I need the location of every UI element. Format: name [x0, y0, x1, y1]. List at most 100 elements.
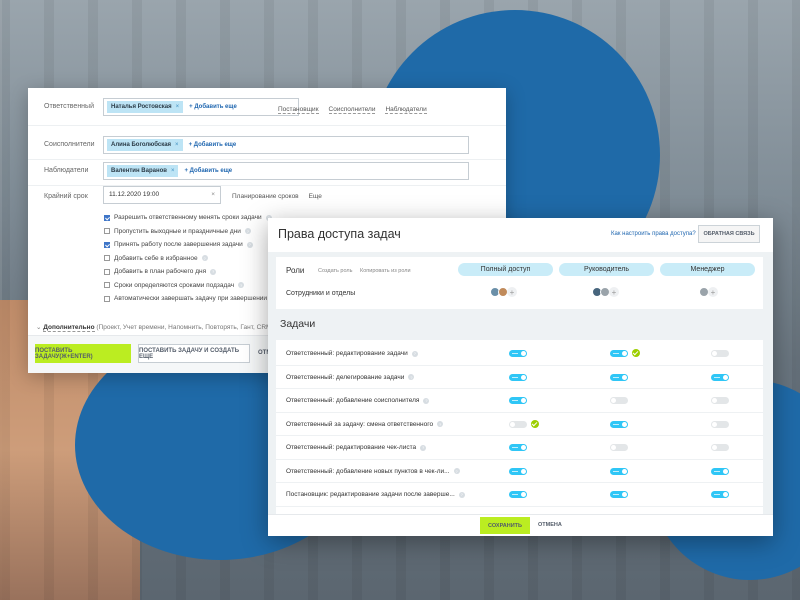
create-task-button[interactable]: ПОСТАВИТЬ ЗАДАЧУ(Ж+ENTER)	[35, 344, 131, 363]
permission-row: Постановщик: редактирование задачи после…	[276, 483, 763, 507]
permission-toggle[interactable]	[711, 397, 729, 404]
add-member-icon[interactable]: +	[708, 287, 718, 297]
help-icon[interactable]: ?	[453, 468, 460, 474]
permission-row: Ответственный: редактирование чек-листа?	[276, 436, 763, 460]
roles-card: Роли Создать роль Копировать из роли Пол…	[276, 257, 763, 309]
role-column-head[interactable]: Руководитель	[559, 263, 654, 276]
link-more[interactable]: Еще	[309, 193, 322, 200]
checkbox-icon[interactable]	[104, 228, 110, 235]
chip-label: Валентин Варанов	[111, 168, 167, 174]
permission-toggle[interactable]	[509, 420, 527, 428]
link-creator[interactable]: Постановщик	[278, 106, 319, 114]
chip-remove-icon[interactable]: ×	[176, 104, 180, 110]
page-title: Права доступа задач	[278, 227, 401, 241]
additional-items: (Проект, Учет времени, Напомнить, Повтор…	[96, 324, 272, 331]
observers-label: Наблюдатели	[44, 167, 89, 174]
help-icon[interactable]: ?	[408, 374, 415, 380]
help-icon[interactable]: ?	[458, 491, 465, 498]
help-icon[interactable]: ?	[411, 350, 418, 357]
option-checkbox[interactable]: Добавить в план рабочего дня?	[104, 265, 280, 279]
help-icon[interactable]: ?	[210, 268, 217, 275]
save-button[interactable]: СОХРАНИТЬ	[480, 517, 530, 534]
permission-toggle[interactable]	[610, 397, 628, 404]
chip-remove-icon[interactable]: ×	[175, 142, 179, 148]
permission-toggle[interactable]	[711, 373, 729, 381]
help-icon[interactable]: ?	[437, 421, 444, 427]
option-label: Добавить себе в избранное	[114, 254, 198, 262]
add-more-link[interactable]: + Добавить еще	[189, 142, 237, 148]
additional-title: Дополнительно	[43, 324, 95, 332]
permission-label-text: Ответственный: редактирование задачи	[286, 350, 408, 357]
cancel-button[interactable]: ОТМЕНА	[538, 522, 562, 528]
permission-toggle[interactable]	[509, 397, 527, 404]
role-column-full-access[interactable]: Полный доступ	[458, 263, 553, 276]
checkbox-icon[interactable]	[104, 255, 110, 262]
help-icon[interactable]: ?	[420, 444, 427, 451]
add-member-icon[interactable]: +	[609, 287, 619, 297]
checkbox-icon[interactable]	[104, 295, 110, 302]
permission-toggle[interactable]	[509, 373, 527, 381]
permission-toggle[interactable]	[610, 373, 628, 381]
add-member-icon[interactable]: +	[507, 287, 517, 297]
option-checkbox[interactable]: Разрешить ответственному менять сроки за…	[104, 211, 280, 225]
permission-toggle[interactable]	[610, 420, 628, 428]
permission-toggle[interactable]	[610, 467, 628, 475]
help-icon[interactable]: ?	[246, 241, 253, 248]
checkbox-icon[interactable]	[104, 282, 110, 289]
permission-label-text: Ответственный за задачу: смена ответстве…	[286, 420, 434, 428]
permission-toggle[interactable]	[711, 350, 729, 357]
option-label: Принять работу после завершения задачи	[114, 241, 243, 249]
link-co-executors[interactable]: Соисполнители	[328, 106, 376, 114]
checkbox-checked-icon[interactable]	[104, 214, 110, 221]
option-checkbox[interactable]: Автоматически завершать задачу при завер…	[104, 292, 280, 306]
link-observers[interactable]: Наблюдатели	[385, 106, 427, 114]
option-checkbox[interactable]: Принять работу после завершения задачи?	[104, 238, 280, 252]
permission-label: Ответственный: делегирование задачи?	[286, 374, 415, 381]
permission-toggle[interactable]	[711, 444, 729, 451]
permission-toggle[interactable]	[711, 420, 729, 428]
option-checkbox[interactable]: Сроки определяются сроками подзадач?	[104, 279, 280, 293]
copy-role-link[interactable]: Копировать из роли	[360, 268, 411, 274]
permission-row: Ответственный за задачу: смена ответстве…	[276, 413, 763, 436]
permission-toggle[interactable]	[509, 350, 527, 357]
add-more-link[interactable]: + Добавить еще	[189, 104, 237, 110]
permission-toggle[interactable]	[509, 491, 527, 498]
role-column-manager[interactable]: Менеджер	[660, 263, 755, 276]
permission-row: Ответственный: редактирование задачи?	[276, 342, 763, 366]
chip-remove-icon[interactable]: ×	[171, 168, 175, 174]
option-checkbox[interactable]: Добавить себе в избранное?	[104, 252, 280, 266]
link-time-planning[interactable]: Планирование сроков	[232, 193, 299, 200]
user-chip[interactable]: Валентин Варанов ×	[107, 165, 179, 177]
help-icon[interactable]: ?	[423, 397, 430, 404]
permission-toggle[interactable]	[711, 491, 729, 498]
permission-toggle[interactable]	[610, 491, 628, 498]
feedback-button[interactable]: ОБРАТНАЯ СВЯЗЬ	[698, 225, 760, 243]
option-checkbox[interactable]: Пропустить выходные и праздничные дни?	[104, 225, 280, 239]
changed-check-icon	[531, 419, 539, 428]
create-task-and-more-button[interactable]: ПОСТАВИТЬ ЗАДАЧУ И СОЗДАТЬ ЕЩЕ	[138, 344, 250, 363]
help-icon[interactable]: ?	[238, 282, 245, 289]
user-chip[interactable]: Алина Боголюбская ×	[107, 139, 183, 151]
permission-toggle[interactable]	[711, 467, 729, 475]
permission-toggle[interactable]	[610, 444, 628, 451]
deadline-label: Крайний срок	[44, 193, 88, 200]
permission-label: Ответственный: редактирование чек-листа?	[286, 444, 427, 451]
deadline-input[interactable]: 11.12.2020 19:00 ×	[103, 186, 221, 204]
help-link[interactable]: Как настроить права доступа?	[611, 231, 696, 237]
user-chip[interactable]: Наталья Ростовская ×	[107, 101, 184, 113]
permission-toggle[interactable]	[610, 350, 628, 357]
permission-toggle[interactable]	[509, 444, 527, 451]
create-role-link[interactable]: Создать роль	[318, 268, 353, 274]
additional-section-toggle[interactable]: ⌄ Дополнительно (Проект, Учет времени, Н…	[36, 323, 272, 332]
permission-row: Ответственный: делегирование задачи?	[276, 366, 763, 389]
help-icon[interactable]: ?	[244, 228, 251, 235]
permission-label-text: Ответственный: добавление новых пунктов …	[286, 467, 450, 475]
permission-toggle[interactable]	[509, 467, 527, 475]
help-icon[interactable]: ?	[201, 255, 208, 262]
clear-icon[interactable]: ×	[211, 191, 215, 198]
add-more-link[interactable]: + Добавить еще	[184, 168, 232, 174]
checkbox-icon[interactable]	[104, 268, 110, 275]
responsible-field[interactable]: Наталья Ростовская × + Добавить еще	[103, 98, 299, 116]
role-links: Постановщик Соисполнители Наблюдатели	[278, 106, 427, 114]
checkbox-checked-icon[interactable]	[104, 241, 110, 248]
